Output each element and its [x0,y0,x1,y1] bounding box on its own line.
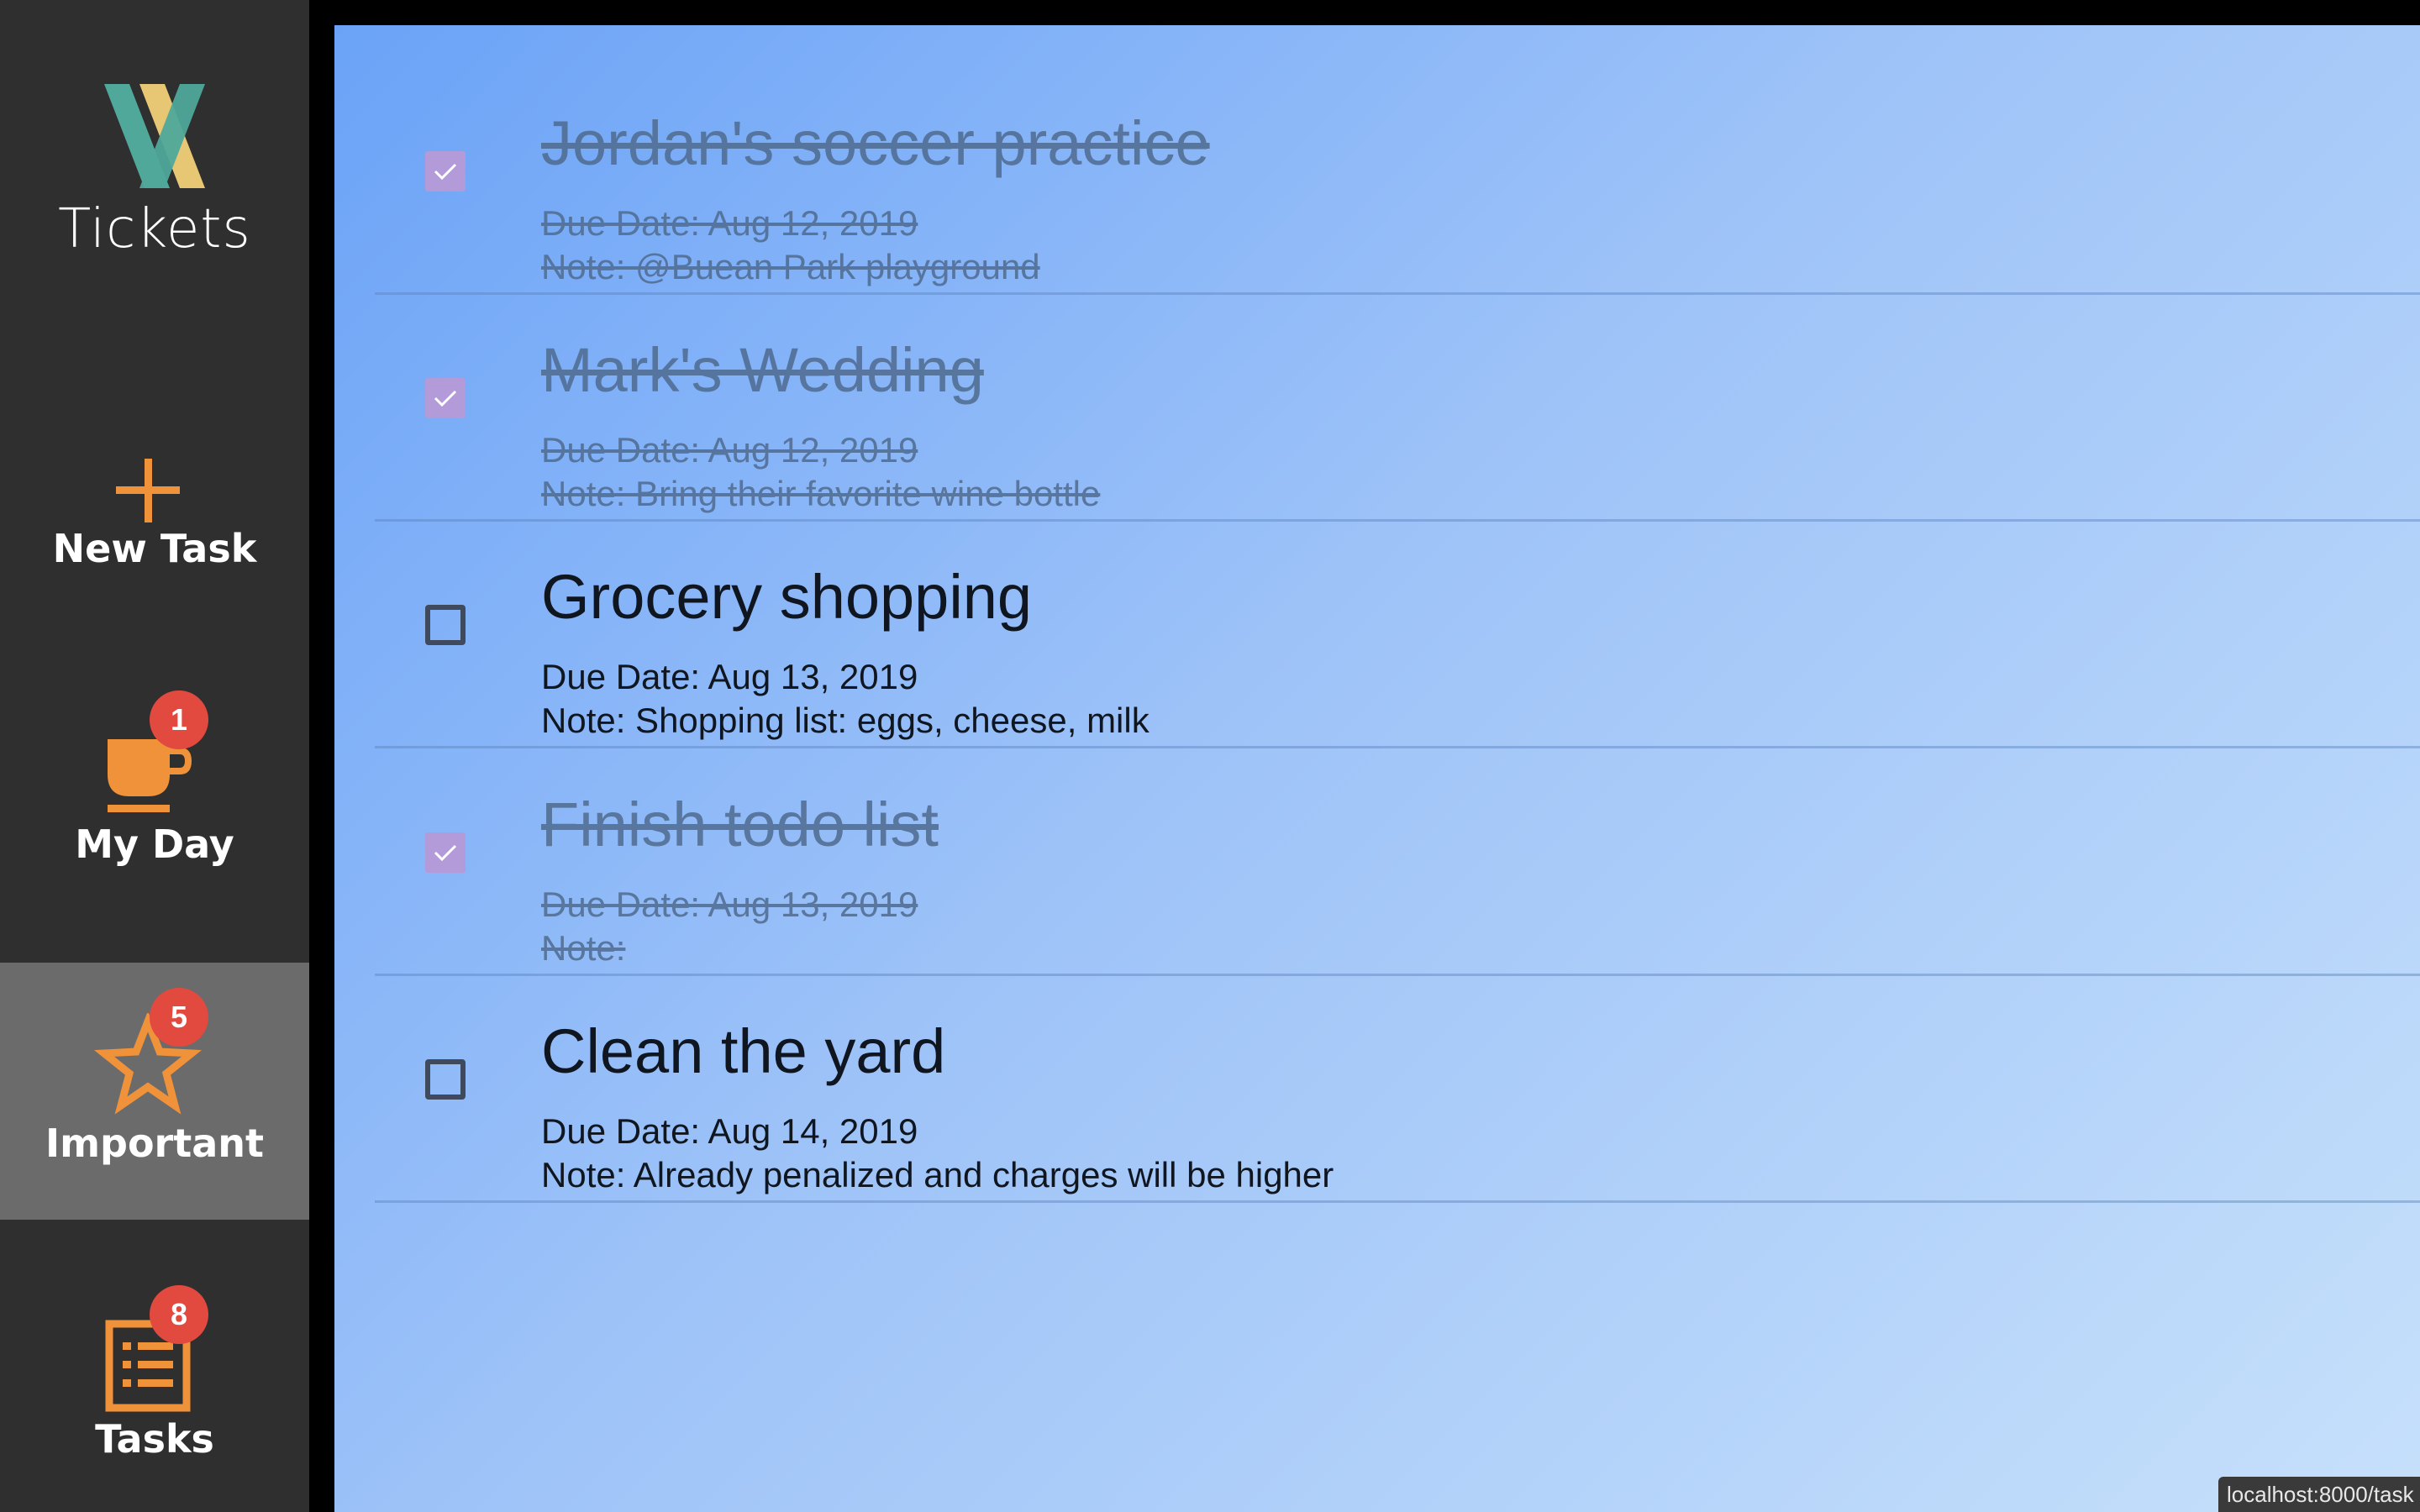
x-logo-icon [104,84,205,188]
task-checkbox[interactable] [425,378,466,418]
task-item: Mark's Wedding Due Date: Aug 12, 2019 No… [375,294,2420,522]
task-item: Jordan's soccer practice Due Date: Aug 1… [375,67,2420,295]
task-checkbox[interactable] [425,1059,466,1100]
task-note: Note: Bring their favorite wine bottle [541,474,1101,513]
brand[interactable]: Tickets [0,76,309,269]
important-count-badge: 5 [150,988,208,1047]
sidebar-item-label: New Task [52,526,257,571]
task-item: Clean the yard Due Date: Aug 14, 2019 No… [375,975,2420,1203]
sidebar-item-new-task[interactable]: New Task [0,420,309,588]
task-list-panel: Jordan's soccer practice Due Date: Aug 1… [334,25,2420,1512]
status-bar-url: localhost:8000/task [2218,1477,2420,1512]
task-title[interactable]: Clean the yard [541,1016,945,1087]
task-note: Note: @Buean Park playground [541,247,1040,286]
sidebar-item-label: Important [45,1121,265,1166]
task-due-date: Due Date: Aug 12, 2019 [541,430,918,470]
sidebar-item-tasks[interactable]: 8 Tasks [0,1260,309,1512]
task-title[interactable]: Finish todo list [541,789,939,860]
task-due-date: Due Date: Aug 12, 2019 [541,203,918,243]
task-due-date: Due Date: Aug 14, 2019 [541,1111,918,1151]
task-checkbox[interactable] [425,605,466,645]
tasks-count-badge: 8 [150,1285,208,1344]
task-checkbox[interactable] [425,832,466,873]
checkmark-icon [434,163,457,181]
sidebar-item-important[interactable]: 5 Important [0,963,309,1220]
task-note: Note: [541,928,626,968]
task-item: Finish todo list Due Date: Aug 13, 2019 … [375,748,2420,976]
checkmark-icon [434,844,457,862]
task-title[interactable]: Jordan's soccer practice [541,108,1210,179]
task-note: Note: Shopping list: eggs, cheese, milk [541,701,1150,740]
task-note: Note: Already penalized and charges will… [541,1155,1334,1194]
sidebar-item-label: Tasks [95,1416,214,1462]
task-item: Grocery shopping Due Date: Aug 13, 2019 … [375,521,2420,748]
sidebar-item-label: My Day [75,822,234,867]
task-title[interactable]: Grocery shopping [541,561,1032,633]
task-due-date: Due Date: Aug 13, 2019 [541,885,918,924]
brand-name: Tickets [58,198,251,260]
my-day-count-badge: 1 [150,690,208,749]
task-checkbox[interactable] [425,151,466,192]
checkmark-icon [434,390,457,407]
task-due-date: Due Date: Aug 13, 2019 [541,657,918,696]
task-title[interactable]: Mark's Wedding [541,334,984,406]
sidebar-item-my-day[interactable]: 1 My Day [0,680,309,890]
sidebar: Tickets New Task 1 My Day 5 Important 8 … [0,0,309,1512]
